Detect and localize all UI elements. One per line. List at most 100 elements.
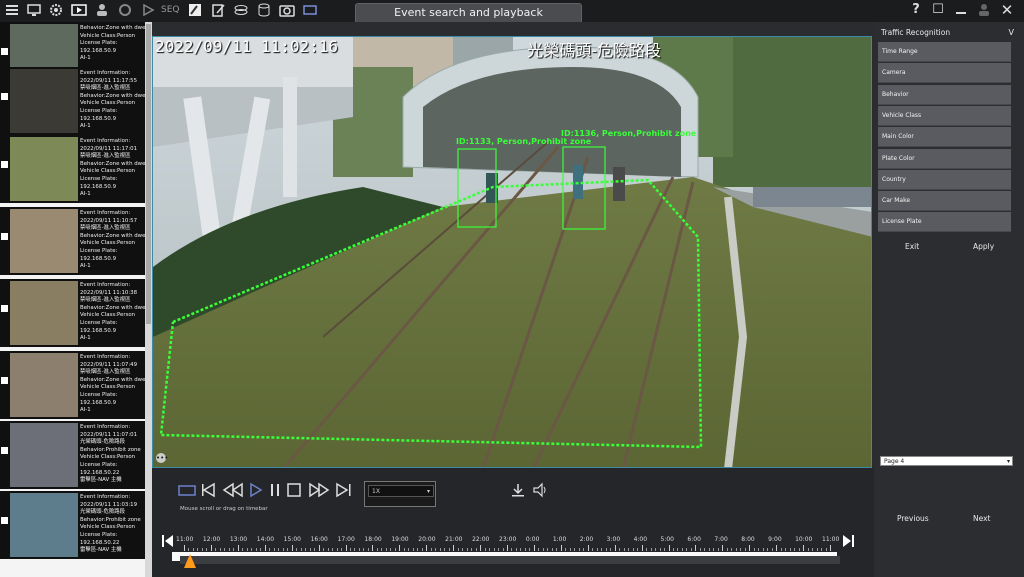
- timeline-minor-tick: [215, 548, 217, 551]
- event-select-checkbox[interactable]: [1, 233, 8, 240]
- event-select-checkbox[interactable]: [1, 377, 8, 384]
- timeline-minor-tick: [327, 548, 329, 551]
- event-list-item[interactable]: Event Information: 2022/09/11 11:07:49 禁吸烟…: [0, 351, 145, 419]
- event-thumbnail[interactable]: [10, 137, 78, 201]
- timeline-minor-tick: [740, 548, 742, 551]
- event-select-checkbox[interactable]: [1, 305, 8, 312]
- map-edit-icon[interactable]: [187, 2, 203, 18]
- event-select-checkbox[interactable]: [1, 93, 8, 100]
- user-icon[interactable]: [94, 2, 110, 18]
- timeline-tick-mark: [372, 545, 374, 551]
- event-info-line: 禁吸烟區-進入監視區: [80, 369, 131, 376]
- timeline-tick-label: 22:00: [472, 536, 490, 543]
- timeline-playhead[interactable]: [184, 554, 196, 568]
- edit-icon[interactable]: [210, 2, 226, 18]
- seq-icon[interactable]: SEQ: [161, 2, 183, 18]
- exit-button[interactable]: Exit: [905, 242, 919, 251]
- filter-camera-button[interactable]: Camera: [878, 63, 1011, 84]
- snapshot-icon[interactable]: [178, 482, 196, 498]
- timeline-track[interactable]: [180, 556, 840, 564]
- maximize-button[interactable]: ☐: [930, 2, 946, 18]
- timeline[interactable]: 11:00 12:00 13:00 14:00 15:00 16:00 17:00 18:00…: [162, 530, 857, 570]
- filter-vehicle-class-button[interactable]: Vehicle Class: [878, 105, 1011, 126]
- pause-icon[interactable]: [268, 482, 284, 498]
- timeline-minor-tick: [466, 548, 468, 551]
- step-back-icon[interactable]: [200, 482, 218, 498]
- event-list-item[interactable]: Event Information: 2022/09/11 11:03:19 光榮碼…: [0, 491, 145, 559]
- event-thumbnail[interactable]: [10, 423, 78, 487]
- timeline-minor-tick: [448, 548, 450, 551]
- rewind-icon[interactable]: [222, 482, 244, 498]
- collapse-button[interactable]: V: [1009, 28, 1014, 37]
- timeline-minor-tick: [430, 548, 432, 551]
- event-select-checkbox[interactable]: [1, 48, 8, 55]
- filter-car-make-button[interactable]: Car Make: [878, 191, 1011, 212]
- help-button[interactable]: ?: [908, 2, 924, 18]
- event-info-line: Behavior:Zone with dwell: [80, 304, 145, 311]
- scrollbar-thumb[interactable]: [146, 24, 151, 324]
- step-forward-icon[interactable]: [334, 482, 354, 498]
- timeline-minor-tick: [717, 548, 719, 551]
- event-list-item[interactable]: Event Information: 2022/09/11 11:17:55 禁吸烟…: [0, 67, 145, 135]
- page-select[interactable]: Page 4 ▾: [880, 456, 1013, 466]
- account-icon[interactable]: [976, 2, 992, 18]
- fast-forward-icon[interactable]: [308, 482, 330, 498]
- timeline-minor-tick: [731, 548, 733, 551]
- volume-icon[interactable]: [532, 482, 548, 498]
- event-thumbnail[interactable]: [10, 209, 78, 273]
- layers-icon[interactable]: [233, 2, 249, 18]
- event-list-item[interactable]: Event Information: 2022/09/11 11:10:57 禁吸烟…: [0, 207, 145, 275]
- stop-icon[interactable]: [286, 482, 302, 498]
- previous-button[interactable]: Previous: [897, 514, 929, 523]
- filter-time-range-button[interactable]: Time Range: [878, 42, 1011, 62]
- timeline-minor-tick: [188, 548, 190, 551]
- timeline-minor-tick: [619, 548, 621, 551]
- camera-icon[interactable]: [279, 2, 295, 18]
- timeline-tick-mark: [722, 545, 724, 551]
- settings-icon[interactable]: [48, 2, 64, 18]
- event-select-checkbox[interactable]: [1, 161, 8, 168]
- timeline-minor-tick: [462, 548, 464, 551]
- play-icon[interactable]: [140, 2, 156, 18]
- timeline-minor-tick: [246, 548, 248, 551]
- event-thumbnail[interactable]: [10, 493, 78, 557]
- play-button-icon[interactable]: [248, 482, 264, 498]
- timeline-tick-mark: [695, 545, 697, 551]
- playback-icon[interactable]: [71, 2, 87, 18]
- menu-icon[interactable]: [4, 2, 20, 18]
- timeline-end-icon[interactable]: [842, 534, 854, 548]
- filter-plate-color-button[interactable]: Plate Color: [878, 148, 1011, 169]
- timeline-minor-tick: [672, 548, 674, 551]
- filter-behavior-button[interactable]: Behavior: [878, 84, 1011, 105]
- speed-value[interactable]: 1X ▾: [368, 485, 434, 497]
- monitor-icon[interactable]: [26, 2, 42, 18]
- event-info-line: Vehicle Class:Person: [80, 168, 136, 175]
- timeline-minor-tick: [789, 548, 791, 551]
- speed-select[interactable]: 1X ▾: [364, 481, 436, 507]
- event-list-item[interactable]: Event Information: 2022/09/11 11:17:01 禁吸烟…: [0, 135, 145, 203]
- filter-license-plate-button[interactable]: License Plate: [878, 212, 1011, 233]
- video-options-icon[interactable]: •••: [156, 453, 168, 463]
- event-list-item[interactable]: Event Information: 2022/09/11 11:07:01 光榮碼…: [0, 421, 145, 489]
- next-button[interactable]: Next: [973, 514, 990, 523]
- download-icon[interactable]: [510, 482, 526, 498]
- event-list-scrollbar[interactable]: [145, 22, 152, 577]
- event-thumbnail[interactable]: [10, 281, 78, 345]
- event-thumbnail[interactable]: [10, 69, 78, 133]
- close-button[interactable]: ✕: [999, 2, 1015, 18]
- event-select-checkbox[interactable]: [1, 517, 8, 524]
- filter-country-button[interactable]: Country: [878, 169, 1011, 190]
- network-camera-icon[interactable]: [302, 2, 318, 18]
- filter-main-color-button[interactable]: Main Color: [878, 127, 1011, 148]
- timeline-start-icon[interactable]: [162, 534, 174, 548]
- event-thumbnail[interactable]: [10, 353, 78, 417]
- event-select-checkbox[interactable]: [1, 447, 8, 454]
- refresh-icon[interactable]: [117, 2, 133, 18]
- event-list-item[interactable]: Event Information: 2022/09/11 11:10:38 禁吸烟…: [0, 279, 145, 347]
- apply-button[interactable]: Apply: [973, 242, 994, 251]
- minimize-icon[interactable]: [953, 2, 969, 18]
- video-player[interactable]: 2022/09/11 11:02:16 光榮碼頭-危險路段 ID:1133, P…: [152, 36, 872, 468]
- database-icon[interactable]: [256, 2, 272, 18]
- timeline-minor-tick: [637, 548, 639, 551]
- event-info-line: 192.168.50.9: [80, 47, 117, 54]
